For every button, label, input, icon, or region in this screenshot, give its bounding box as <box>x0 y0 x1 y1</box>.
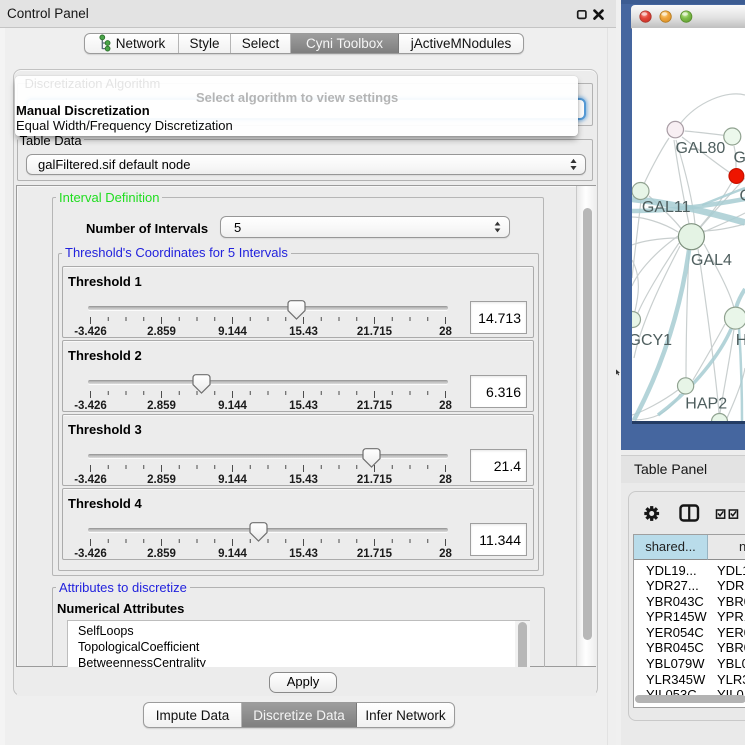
svg-text:GCY1: GCY1 <box>632 332 672 349</box>
svg-text:GAL4: GAL4 <box>691 252 732 269</box>
svg-text:GAL11: GAL11 <box>642 199 691 216</box>
svg-text:CD: CD <box>740 188 745 205</box>
svg-text:GAL80: GAL80 <box>676 140 726 157</box>
svg-text:H: H <box>736 332 745 349</box>
svg-text:HAP2: HAP2 <box>685 396 727 413</box>
svg-text:GA: GA <box>734 150 745 167</box>
